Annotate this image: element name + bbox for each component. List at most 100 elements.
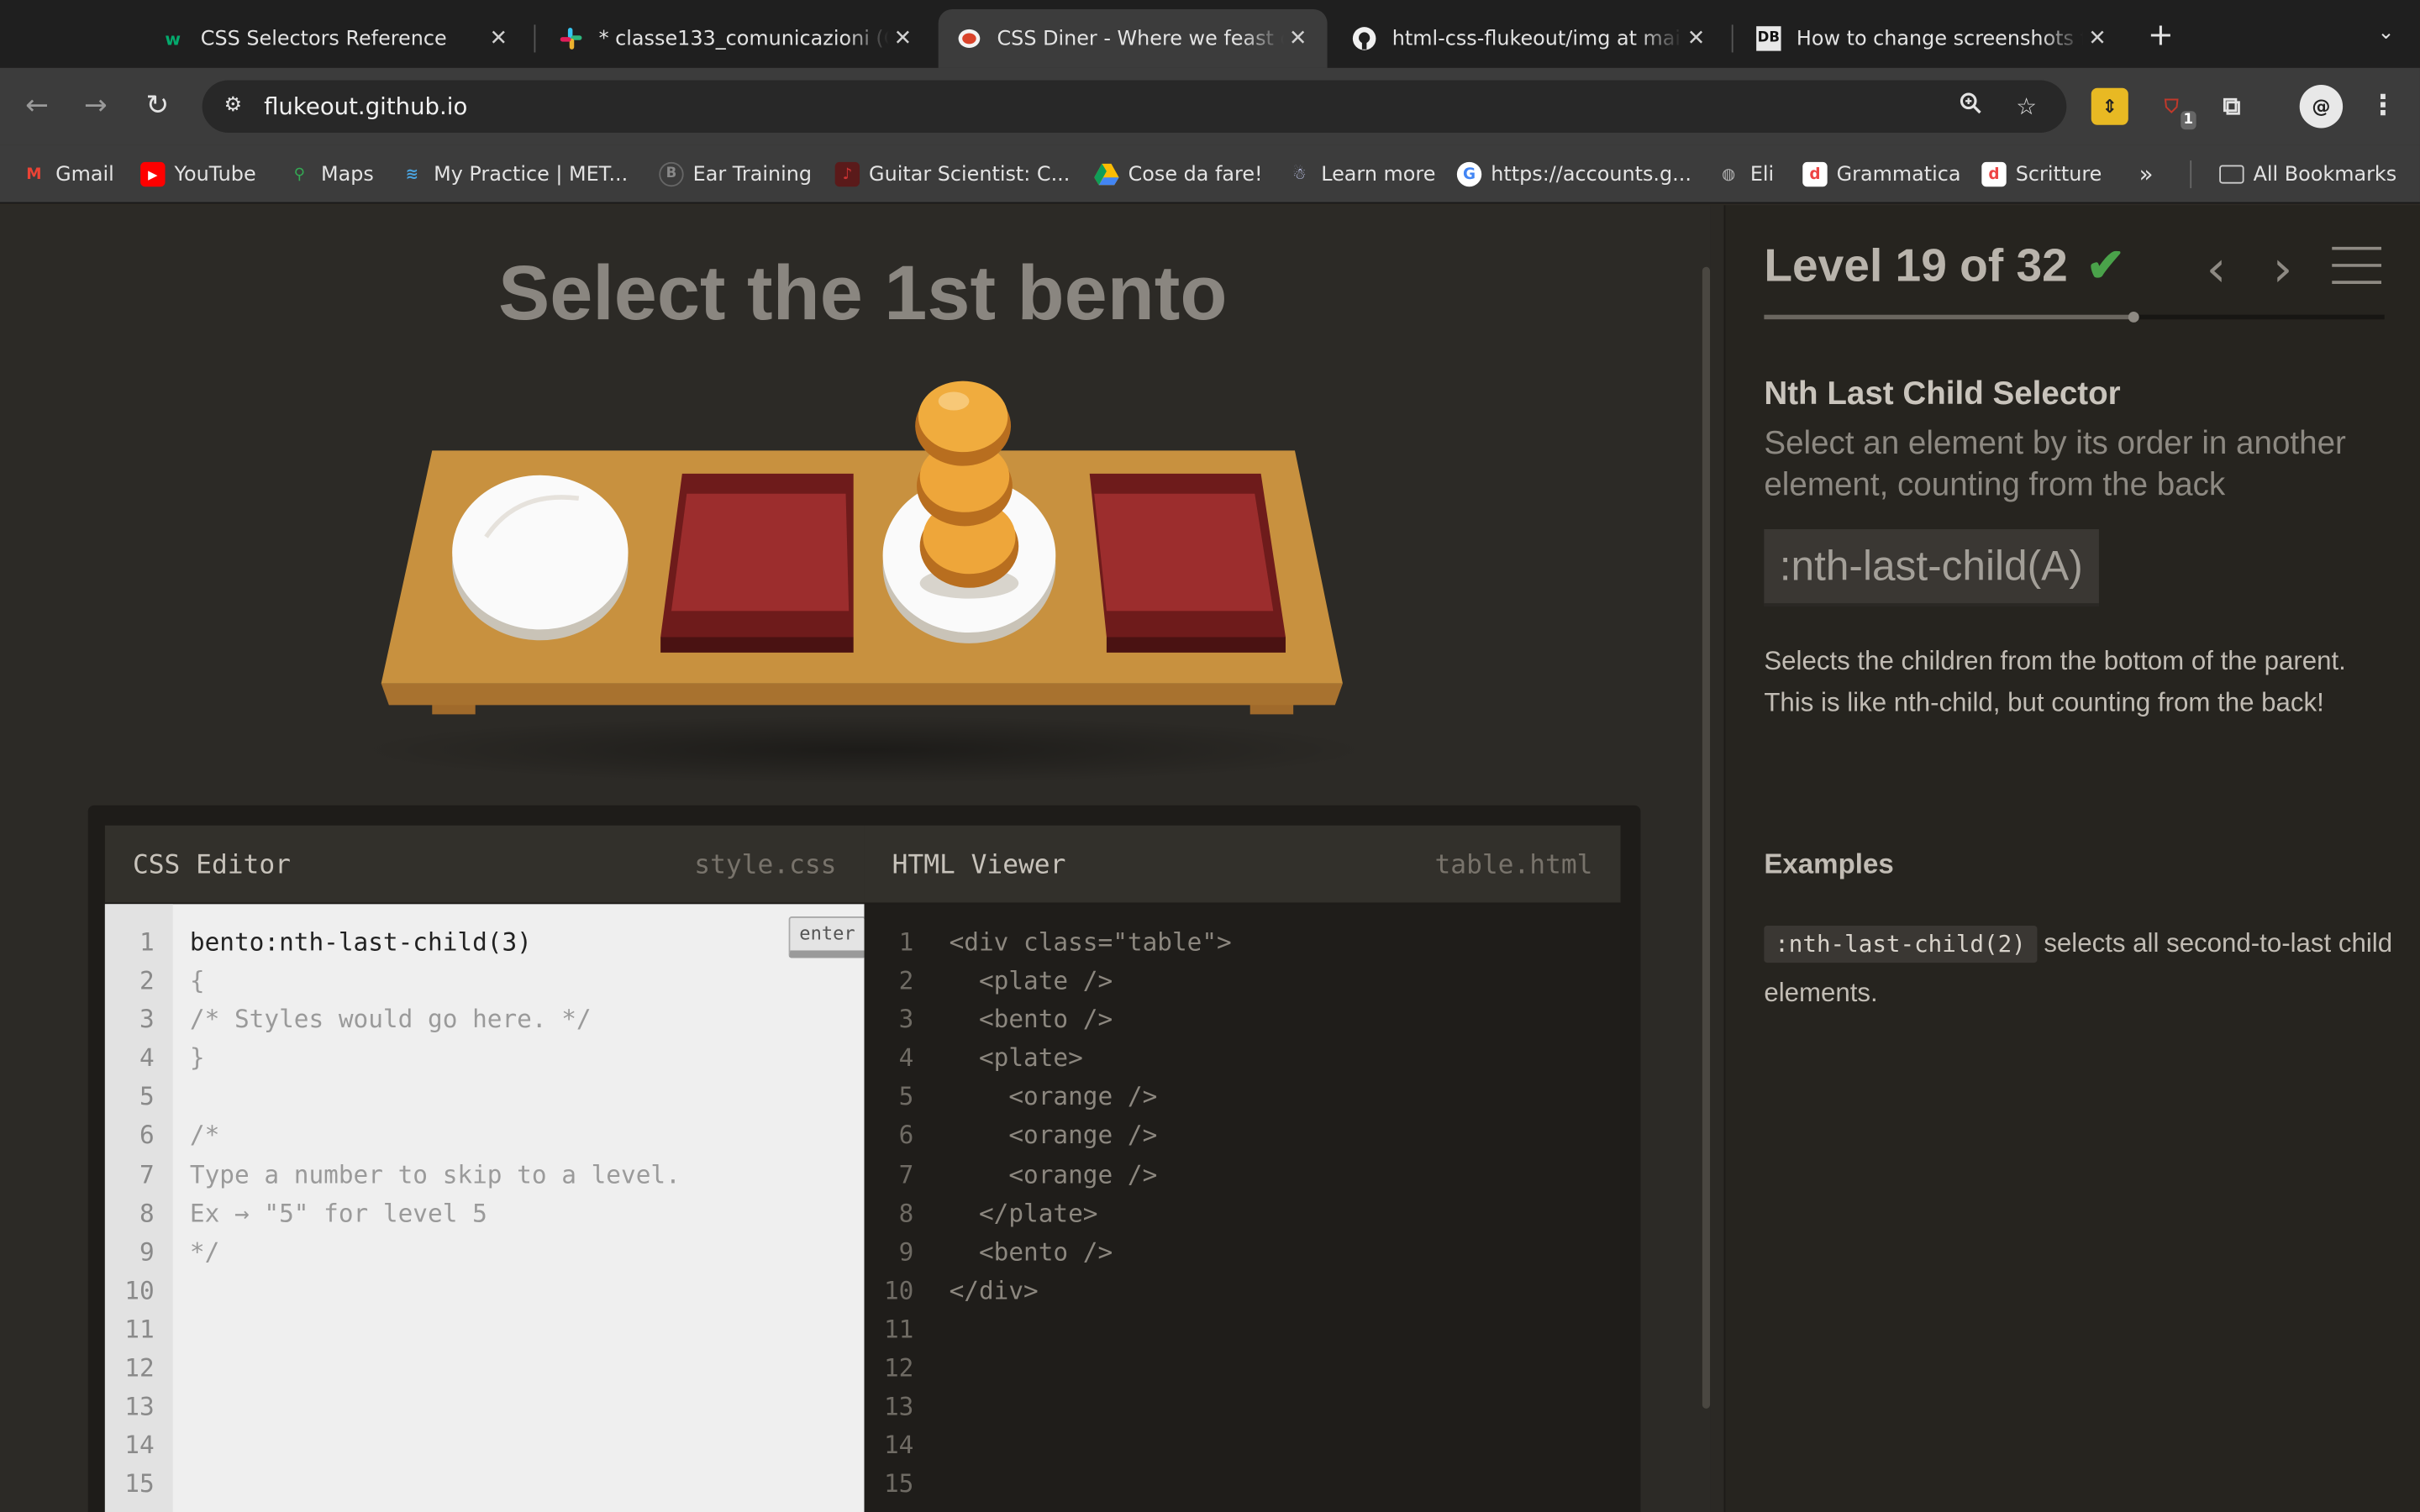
close-icon[interactable]: ✕ <box>1682 26 1710 50</box>
tab-slack[interactable]: * classe133_comunicazioni (C ✕ <box>540 9 933 68</box>
kebab-menu-icon[interactable]: ⋮ <box>2365 88 2402 125</box>
bookmark-label: YouTube <box>174 162 256 186</box>
bookmark-maps[interactable]: ⚲ Maps <box>287 159 374 190</box>
bookmark-youtube[interactable]: ▶ YouTube <box>140 159 256 190</box>
bookmark-gmail[interactable]: M Gmail <box>22 159 114 190</box>
bookmark-label: Maps <box>321 162 374 186</box>
order-instruction: Select the 1st bento <box>497 249 1228 337</box>
css-line-number: 11 <box>124 1314 155 1344</box>
css-selector-input[interactable]: bento:nth-last-child(3) <box>190 927 532 957</box>
html-line-number: 13 <box>883 1391 914 1421</box>
checkmark-icon: ✔ <box>2086 240 2125 292</box>
reload-icon[interactable]: ↻ <box>139 88 176 125</box>
bookmark-eli[interactable]: ◍ Eli <box>1716 159 1774 190</box>
bento-1[interactable] <box>660 473 854 653</box>
html-viewer-filename: table.html <box>1434 850 1593 881</box>
html-line-number: 1 <box>898 927 914 957</box>
forward-arrow-icon[interactable]: → <box>77 88 114 125</box>
editor-panel: CSS Editor style.css 1 2 3 4 5 6 7 8 9 10 11 12 13 14… <box>87 805 1641 1512</box>
level-text: Level 19 of 32 <box>1764 239 2068 291</box>
zoom-icon[interactable] <box>1955 91 1986 122</box>
bookmark-ear-training[interactable]: B Ear Training <box>659 159 812 190</box>
bookmark-label: Grammatica <box>1836 162 1961 186</box>
level-menu-hamburger-icon[interactable] <box>2330 242 2382 297</box>
html-line-number: 8 <box>898 1198 914 1228</box>
css-code-area[interactable]: 1 2 3 4 5 6 7 8 9 10 11 12 13 14 15 bento:nth-last-chi… <box>104 904 866 1512</box>
orange-1[interactable] <box>915 381 1012 466</box>
enter-button[interactable]: enter <box>788 916 866 958</box>
ublock-extension-icon[interactable]: ⛉ 1 <box>2153 88 2196 130</box>
bookmark-label: My Practice | MET... <box>434 162 629 186</box>
bookmark-my-practice[interactable]: ≋ My Practice | MET... <box>400 159 629 190</box>
bento-2[interactable] <box>1089 473 1286 653</box>
site-info-icon[interactable]: ⚙ <box>218 91 249 122</box>
tab-separator <box>1731 24 1733 53</box>
html-markup[interactable]: <div class="table"> <plate /> <bento /> … <box>950 904 1621 1512</box>
extension-badge: 1 <box>2180 111 2196 130</box>
close-icon[interactable]: ✕ <box>485 26 513 50</box>
previous-level-chevron-left-icon[interactable]: ‹ <box>2193 242 2239 297</box>
html-line-number: 14 <box>883 1431 914 1460</box>
gmail-icon: M <box>26 165 42 183</box>
bookmark-guitar-scientist[interactable]: ♪ Guitar Scientist: C... <box>834 159 1070 190</box>
tab-screenshots[interactable]: DB How to change screenshots fo ✕ <box>1738 9 2127 68</box>
bookmark-label: Gmail <box>55 162 114 186</box>
level-progress-bar <box>1764 312 2385 323</box>
css-line-number: 5 <box>139 1082 155 1112</box>
tab-title: CSS Selectors Reference <box>200 27 447 50</box>
youtube-icon: ▶ <box>140 161 166 187</box>
close-icon[interactable]: ✕ <box>2084 26 2112 50</box>
folder-icon <box>2219 165 2244 184</box>
db-favicon: DB <box>1756 26 1781 51</box>
tab-title: How to change screenshots fo <box>1796 27 2084 50</box>
address-bar[interactable]: ⚙ flukeout.github.io ☆ <box>202 80 2067 133</box>
all-bookmarks[interactable]: All Bookmarks <box>2219 159 2396 190</box>
learn-icon: ☃ <box>1292 165 1307 183</box>
bookmark-grammatica[interactable]: d Grammatica <box>1802 159 1961 190</box>
bookmark-google-accounts[interactable]: Ghttps://accounts.g... <box>1456 159 1691 190</box>
tab-css-diner[interactable]: CSS Diner - Where we feast o ✕ <box>938 9 1328 68</box>
html-line-number: 5 <box>898 1082 914 1112</box>
extension-arrows-icon[interactable]: ⇕ <box>2091 87 2128 125</box>
css-line-number: 10 <box>124 1275 155 1305</box>
plate-1[interactable] <box>452 475 629 641</box>
profile-avatar[interactable]: @ <box>2299 85 2344 129</box>
back-arrow-icon[interactable]: ← <box>18 88 55 125</box>
bookmarks-overflow-chevron-icon[interactable]: » <box>2139 159 2154 190</box>
css-diner-favicon <box>957 26 981 50</box>
next-level-chevron-right-icon[interactable]: › <box>2260 242 2306 297</box>
html-line-number: 9 <box>898 1236 914 1267</box>
css-editor-filename: style.css <box>694 850 837 881</box>
bookmark-star-icon[interactable]: ☆ <box>2011 91 2042 122</box>
tab-css-selectors-reference[interactable]: w CSS Selectors Reference ✕ <box>142 9 528 68</box>
browser-toolbar: ← → ↻ ⚙ flukeout.github.io ☆ ⇕ ⛉ 1 ⧉ @ ⋮ <box>0 67 2420 145</box>
css-diner-page: Select the 1st bento CSS Editor style.cs… <box>0 205 2420 1512</box>
tab-separator <box>534 24 536 53</box>
bookmark-label: Learn more <box>1321 162 1436 186</box>
bookmark-learn-more[interactable]: ☃ Learn more <box>1287 159 1436 190</box>
html-line-number: 4 <box>898 1043 914 1074</box>
new-tab-plus-icon[interactable]: + <box>2142 15 2179 52</box>
bookmark-scritture[interactable]: d Scritture <box>1981 159 2102 190</box>
tab-list-chevron-down-icon[interactable]: ⌄ <box>2367 15 2404 52</box>
url-text[interactable]: flukeout.github.io <box>264 92 467 120</box>
html-line-number: 6 <box>898 1121 914 1151</box>
examples-heading: Examples <box>1764 848 1894 879</box>
css-line-number: 6 <box>139 1121 155 1151</box>
scrollbar[interactable] <box>1702 266 1711 1409</box>
html-line-number: 15 <box>883 1469 914 1499</box>
globe-icon: ◍ <box>1722 165 1736 183</box>
css-line-number: 13 <box>124 1391 155 1421</box>
css-line-number: 9 <box>139 1236 155 1267</box>
close-icon[interactable]: ✕ <box>889 26 917 50</box>
bookmark-cose-da-fare[interactable]: Cose da fare! <box>1094 159 1263 190</box>
close-icon[interactable]: ✕ <box>1284 26 1312 50</box>
maps-icon: ⚲ <box>293 165 306 183</box>
extensions-puzzle-icon[interactable]: ⧉ <box>2213 88 2250 125</box>
bookmarks-divider <box>2190 160 2192 189</box>
tab-github[interactable]: html-css-flukeout/img at main ✕ <box>1334 9 1726 68</box>
tab-title: html-css-flukeout/img at main <box>1392 27 1683 50</box>
html-line-number: 7 <box>898 1159 914 1189</box>
plate-2-with-oranges[interactable] <box>882 381 1056 643</box>
dining-table <box>355 367 1374 785</box>
